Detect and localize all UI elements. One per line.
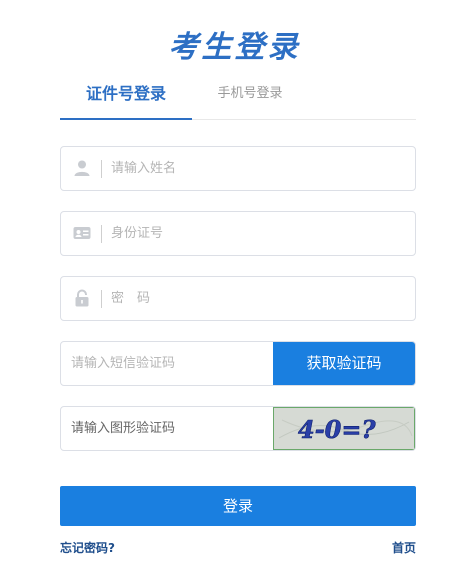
get-sms-code-button[interactable]: 获取验证码 — [273, 342, 415, 385]
name-field[interactable]: 请输入姓名 — [60, 146, 416, 191]
sms-code-input[interactable]: 请输入短信验证码 — [71, 342, 175, 385]
name-placeholder: 请输入姓名 — [111, 161, 177, 176]
field-separator — [101, 290, 102, 308]
field-separator — [101, 225, 102, 243]
user-icon — [73, 159, 91, 177]
id-number-field[interactable]: 身份证号 — [60, 211, 416, 256]
sms-code-field: 请输入短信验证码 获取验证码 — [60, 341, 416, 386]
captcha-field: 请输入图形验证码 4-0=? — [60, 406, 416, 451]
captcha-image[interactable]: 4-0=? — [273, 407, 415, 450]
captcha-text: 4-0=? — [298, 415, 376, 444]
password-placeholder: 密 码 — [111, 291, 151, 306]
forgot-password-link[interactable]: 忘记密码? — [60, 539, 115, 556]
password-field[interactable]: 密 码 — [60, 276, 416, 321]
login-button[interactable]: 登录 — [60, 486, 416, 526]
id-card-icon — [73, 224, 91, 242]
captcha-input[interactable]: 请输入图形验证码 — [71, 407, 175, 450]
lock-icon — [73, 289, 91, 307]
home-link[interactable]: 首页 — [392, 539, 416, 556]
tab-id-login[interactable]: 证件号登录 — [60, 80, 192, 120]
page-title: 考生登录 — [168, 30, 301, 65]
field-separator — [101, 160, 102, 178]
id-number-placeholder: 身份证号 — [111, 226, 164, 241]
tab-phone-login[interactable]: 手机号登录 — [210, 80, 290, 120]
login-tabs: 证件号登录 手机号登录 — [60, 80, 416, 120]
